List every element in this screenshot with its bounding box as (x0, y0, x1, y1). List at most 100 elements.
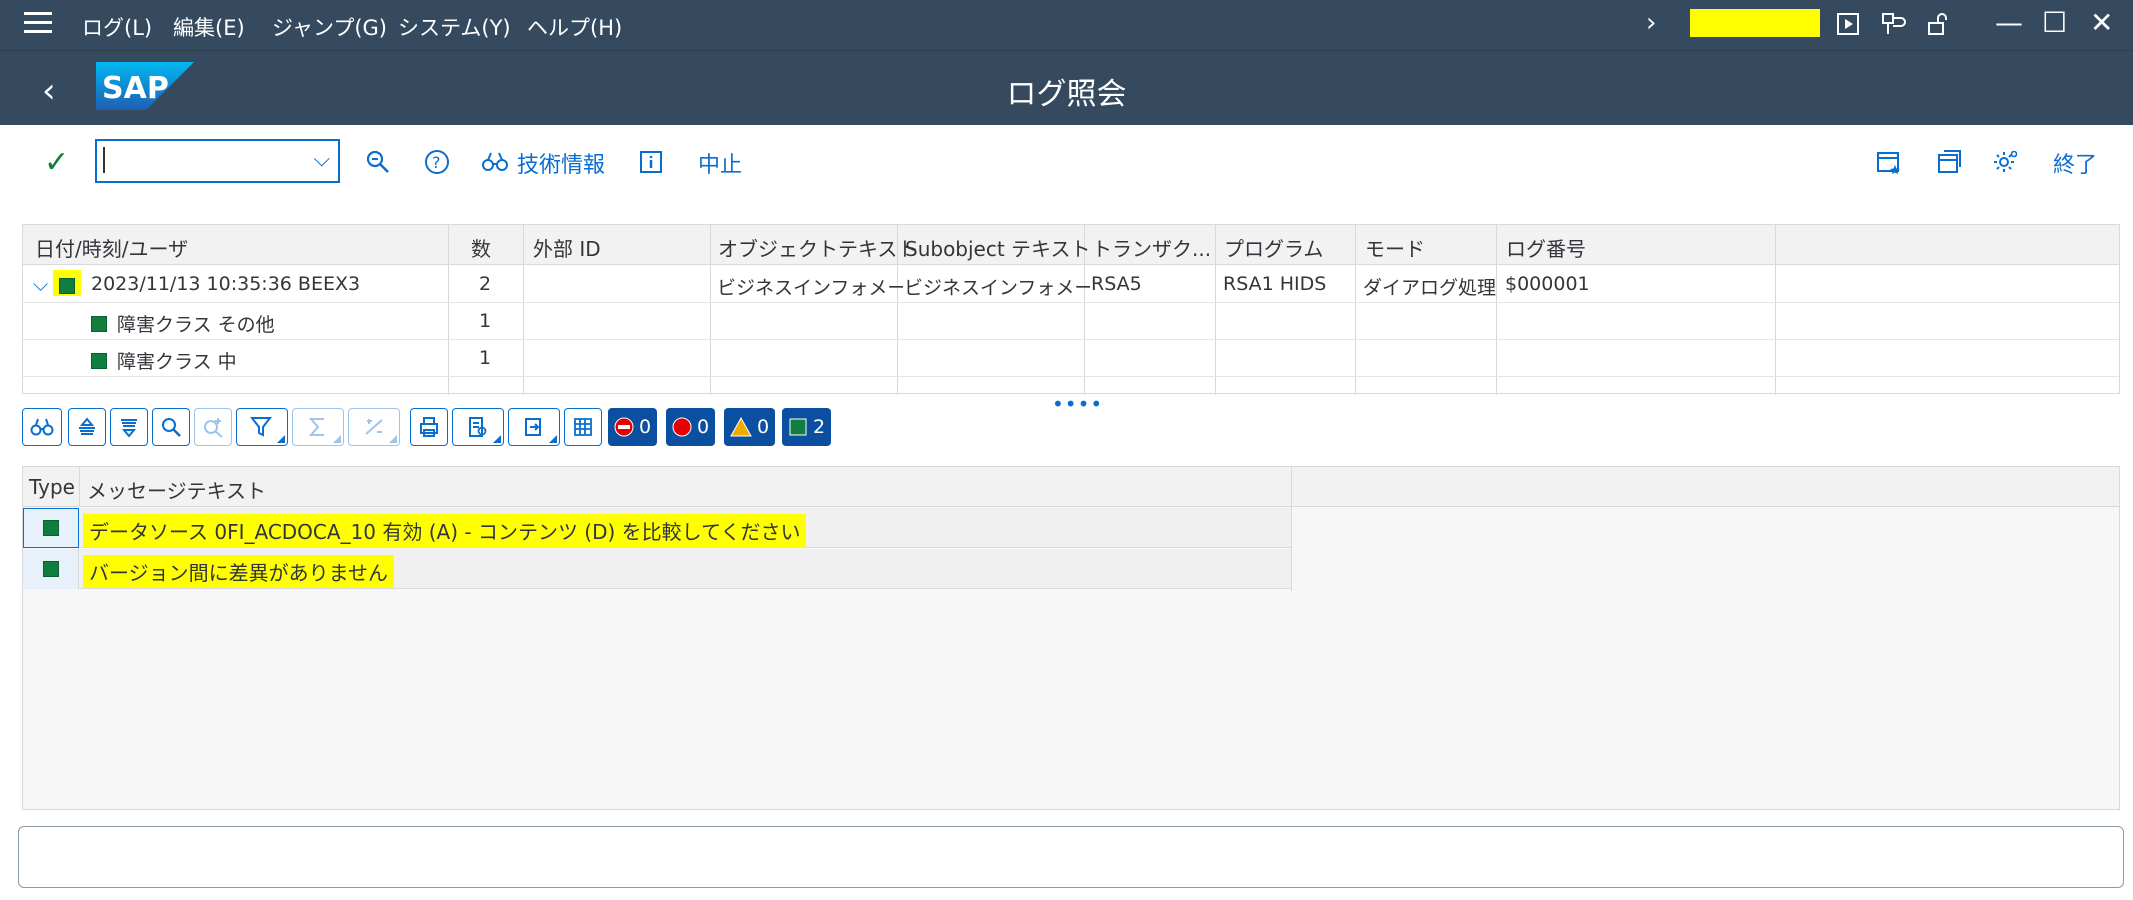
shell-header: ‹ SAP ログ照会 (0, 50, 2133, 125)
success-count: 2 (813, 416, 826, 438)
ok-code-field[interactable] (1690, 9, 1820, 37)
status-bar (18, 826, 2124, 888)
details-binoculars-button[interactable] (22, 408, 62, 446)
zoom-search-icon[interactable] (363, 147, 393, 177)
menu-log[interactable]: ログ(L) (82, 12, 152, 42)
sort-ascending-icon (79, 417, 95, 435)
table-row[interactable]: バージョン間に差異がありません (23, 549, 1291, 589)
col-header-subobject-text[interactable]: Subobject テキスト (905, 233, 1090, 262)
filter-success-button[interactable]: 2 (782, 408, 832, 446)
col-header-message-text[interactable]: メッセージテキスト (87, 475, 266, 504)
find-next-button[interactable] (194, 408, 232, 446)
info-icon[interactable] (636, 147, 666, 177)
row-transaction: RSA5 (1091, 273, 1142, 295)
layout-button[interactable] (564, 408, 602, 446)
row-count: 1 (479, 347, 492, 369)
cancel-button[interactable]: 中止 (698, 147, 742, 179)
table-row[interactable]: 障害クラス 中 1 (23, 340, 2119, 377)
error2-count: 0 (697, 416, 710, 438)
print-preview-icon (469, 417, 487, 437)
command-field[interactable]: ⌵ (95, 139, 340, 183)
row-count: 2 (479, 273, 492, 295)
stop-error-icon (614, 417, 634, 437)
technical-info-button[interactable]: 技術情報 (517, 147, 605, 179)
col-header-external-id[interactable]: 外部 ID (533, 233, 601, 262)
menu-bar: ログ(L) 編集(E) ジャンプ(G) システム(Y) ヘルプ(H) › — ☐… (0, 0, 2133, 50)
success-square-icon (789, 418, 807, 436)
row-subobject-text: ビジネスインフォメーシ (904, 277, 1090, 299)
row-object-text: ビジネスインフォメーシ (717, 277, 903, 299)
text-cursor (103, 147, 105, 173)
help-icon[interactable]: ? (422, 147, 452, 177)
menu-edit[interactable]: 編集(E) (173, 12, 245, 42)
log-header-table: 日付/時刻/ユーザ 数 外部 ID オブジェクトテキスト Subobject テ… (22, 224, 2120, 395)
filter-button[interactable] (236, 408, 288, 446)
table-row[interactable]: データソース 0FI_ACDOCA_10 有効 (A) - コンテンツ (D) … (23, 508, 1291, 548)
chevron-right-icon[interactable]: › (1646, 8, 1656, 38)
menu-jump[interactable]: ジャンプ(G) (272, 12, 387, 42)
message-text: データソース 0FI_ACDOCA_10 有効 (A) - コンテンツ (D) … (83, 514, 807, 547)
col-header-date-user[interactable]: 日付/時刻/ユーザ (35, 233, 188, 262)
table-row[interactable]: 障害クラス その他 1 (23, 303, 2119, 340)
maximize-icon[interactable]: ☐ (2042, 6, 2067, 39)
hamburger-menu-icon[interactable] (24, 12, 52, 36)
minimize-icon[interactable]: — (1995, 6, 2023, 39)
success-status-icon (91, 349, 107, 371)
filter-warning-button[interactable]: 0 (724, 408, 776, 446)
menu-system[interactable]: システム(Y) (398, 12, 511, 42)
row-problem-class: 障害クラス 中 (117, 351, 237, 373)
settings-icon[interactable] (1991, 147, 2021, 177)
enter-check-icon[interactable]: ✓ (44, 145, 69, 180)
favorite-window-icon[interactable] (1874, 147, 1904, 177)
sum-button[interactable] (292, 408, 344, 446)
col-header-object-text[interactable]: オブジェクトテキスト (718, 233, 917, 262)
splitter-handle[interactable]: •••• (1052, 392, 1103, 416)
menu-help[interactable]: ヘルプ(H) (527, 12, 622, 42)
message-text: バージョン間に差異がありません (83, 555, 394, 588)
sort-ascending-button[interactable] (68, 408, 106, 446)
chevron-down-icon[interactable]: ⌵ (313, 147, 330, 172)
search-icon (162, 418, 181, 437)
subtotal-button[interactable] (348, 408, 400, 446)
dropdown-indicator (493, 435, 501, 443)
col-header-mode[interactable]: モード (1365, 233, 1425, 262)
dropdown-indicator (277, 435, 285, 443)
col-header-count[interactable]: 数 (471, 233, 491, 262)
warning-triangle-icon (730, 417, 752, 437)
row-problem-class: 障害クラス その他 (117, 314, 275, 336)
play-icon[interactable] (1833, 9, 1863, 39)
dropdown-indicator (389, 435, 397, 443)
subtotal-icon (365, 419, 383, 435)
col-header-log-number[interactable]: ログ番号 (1506, 233, 1586, 262)
message-table: Type メッセージテキスト データソース 0FI_ACDOCA_10 有効 (… (22, 466, 2120, 810)
print-icon (420, 417, 438, 437)
customize-layout-icon[interactable] (1878, 9, 1908, 39)
column-divider (79, 467, 80, 507)
export-button[interactable] (508, 408, 560, 446)
sort-descending-button[interactable] (110, 408, 148, 446)
exit-button[interactable]: 終了 (2053, 147, 2097, 179)
dropdown-indicator (549, 435, 557, 443)
find-next-icon (204, 418, 223, 438)
unlock-icon[interactable] (1923, 9, 1953, 39)
col-header-program[interactable]: プログラム (1224, 233, 1323, 262)
page-title: ログ照会 (1006, 77, 1127, 112)
new-window-icon[interactable] (1934, 147, 1964, 177)
close-icon[interactable]: ✕ (2090, 6, 2113, 39)
success-status-icon (91, 312, 107, 334)
warning-count: 0 (757, 416, 770, 438)
filter-error-button[interactable]: 0 (608, 408, 658, 446)
success-status-icon (23, 508, 79, 548)
application-toolbar: ✓ ⌵ ? 技術情報 中止 終了 (0, 125, 2133, 199)
chevron-down-icon[interactable]: ⌵ (33, 272, 48, 296)
layout-grid-icon (574, 418, 592, 436)
print-button[interactable] (410, 408, 448, 446)
table-row[interactable]: ⌵ 2023/11/13 10:35:36 BEEX3 2 ビジネスインフォメー… (23, 266, 2119, 303)
binoculars-icon[interactable] (480, 147, 510, 177)
filter-error2-button[interactable]: 0 (666, 408, 716, 446)
col-header-transaction[interactable]: トランザク... (1092, 233, 1211, 262)
print-preview-button[interactable] (452, 408, 504, 446)
find-button[interactable] (152, 408, 190, 446)
sum-icon (308, 418, 324, 436)
col-header-type[interactable]: Type (29, 475, 75, 499)
